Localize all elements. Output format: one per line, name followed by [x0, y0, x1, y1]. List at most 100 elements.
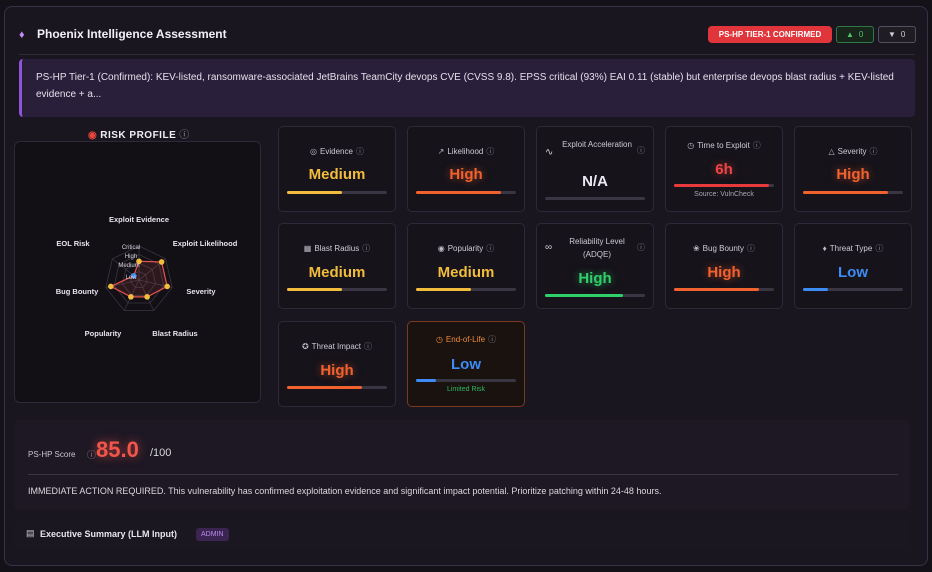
info-icon[interactable]: ⓘ	[486, 244, 494, 253]
info-icon[interactable]: ⓘ	[870, 147, 878, 156]
likelihood-value: High	[449, 166, 483, 183]
card-blast-radius[interactable]: ▦ Blast Radius ⓘ Medium	[278, 223, 396, 309]
github-icon: ◉	[437, 244, 445, 253]
exploit-acceleration-value: N/A	[582, 173, 608, 190]
bug-bounty-value: High	[707, 264, 741, 281]
card-bug-bounty[interactable]: ❀ Bug Bounty ⓘ High	[665, 223, 783, 309]
info-icon[interactable]: ⓘ	[364, 342, 372, 351]
assessment-summary: PS-HP Tier-1 (Confirmed): KEV-listed, ra…	[19, 59, 915, 117]
card-time-to-exploit[interactable]: ◷ Time to Exploit ⓘ 6h Source: VulnCheck	[665, 126, 783, 212]
info-icon[interactable]: ⓘ	[753, 141, 761, 150]
zap-icon: ✪	[301, 342, 309, 351]
blast-radius-bar	[287, 288, 387, 291]
threat-impact-bar	[287, 386, 387, 389]
action-text: IMMEDIATE ACTION REQUIRED. This vulnerab…	[28, 486, 662, 496]
severity-bar	[803, 191, 903, 194]
threat-type-value: Low	[838, 264, 868, 281]
executive-summary-title: Executive Summary (LLM Input)	[40, 529, 178, 539]
likelihood-bar	[416, 191, 516, 194]
score-section: PS-HP Score ⓘ 85.0 /100 IMMEDIATE ACTION…	[14, 420, 910, 510]
downvote-button[interactable]: ▼ 0	[878, 26, 916, 43]
flame-icon: ♦	[822, 244, 827, 253]
reliability-value: High	[578, 270, 612, 287]
executive-summary-toggle[interactable]: ▤ Executive Summary (LLM Input) ADMIN	[14, 519, 910, 549]
radar-level-label: Critical	[122, 245, 140, 251]
time-to-exploit-source: Source: VulnCheck	[694, 191, 754, 198]
blast-radius-value: Medium	[308, 264, 366, 281]
risk-profile-title: ◉ RISK PROFILE ⓘ	[88, 130, 190, 141]
end-of-life-note: Limited Risk	[446, 386, 486, 393]
radar-axis-label: Exploit Likelihood	[173, 239, 238, 248]
bar-fill	[803, 288, 828, 291]
fire-icon: ◉	[88, 130, 98, 141]
trending-up-icon: ↗	[437, 147, 445, 156]
reliability-bar	[545, 294, 645, 297]
radar-point	[128, 294, 134, 300]
info-icon[interactable]: ⓘ	[486, 147, 494, 156]
bar-fill	[416, 191, 501, 194]
card-evidence[interactable]: ◎ Evidence ⓘ Medium	[278, 126, 396, 212]
thumbs-down-icon: ▼	[888, 30, 896, 39]
end-of-life-value: Low	[451, 356, 481, 373]
end-of-life-bar	[416, 379, 516, 382]
flame-icon: ♦	[19, 29, 25, 41]
link-icon: ∞	[545, 242, 553, 253]
radar-point	[108, 283, 114, 290]
bar-fill	[287, 386, 362, 389]
card-threat-impact[interactable]: ✪ Threat Impact ⓘ High	[278, 321, 396, 407]
radar-axis-label: Bug Bounty	[56, 287, 99, 296]
info-icon[interactable]: ⓘ	[875, 244, 883, 253]
upvote-button[interactable]: ▲ 0	[836, 26, 874, 43]
summary-text: PS-HP Tier-1 (Confirmed): KEV-listed, ra…	[36, 72, 894, 100]
radar-axis-label: Popularity	[85, 329, 123, 338]
radar-axis-label: Exploit Evidence	[109, 215, 169, 224]
card-likelihood[interactable]: ↗ Likelihood ⓘ High	[407, 126, 525, 212]
info-icon[interactable]: ⓘ	[362, 244, 370, 253]
info-icon[interactable]: ⓘ	[179, 130, 190, 141]
bug-bounty-bar	[674, 288, 774, 291]
bar-fill	[674, 288, 759, 291]
popularity-bar	[416, 288, 516, 291]
card-severity[interactable]: △ Severity ⓘ High	[794, 126, 912, 212]
bug-icon: ❀	[692, 244, 700, 253]
info-icon[interactable]: ⓘ	[488, 335, 496, 344]
activity-icon: ∿	[545, 147, 554, 158]
card-threat-type[interactable]: ♦ Threat Type ⓘ Low	[794, 223, 912, 309]
upvote-count: 0	[858, 30, 864, 39]
threat-type-bar	[803, 288, 903, 291]
thumbs-up-icon: ▲	[846, 30, 854, 39]
info-icon[interactable]: ⓘ	[356, 147, 364, 156]
bar-fill	[287, 191, 342, 194]
panel-header: ♦ Phoenix Intelligence Assessment PS-HP …	[19, 17, 916, 55]
radar-svg: Exploit Evidence Exploit Likelihood Severi…	[56, 215, 238, 338]
clock-icon: ◷	[435, 335, 443, 344]
card-exploit-acceleration[interactable]: ∿ Exploit Acceleration ⓘ N/A	[536, 126, 654, 212]
evidence-bar	[287, 191, 387, 194]
info-icon[interactable]: ⓘ	[637, 145, 645, 156]
radar-point	[164, 283, 170, 290]
score-max: /100	[150, 447, 172, 459]
card-popularity[interactable]: ◉ Popularity ⓘ Medium	[407, 223, 525, 309]
bar-fill	[416, 288, 471, 291]
bar-fill	[287, 288, 342, 291]
radar-axis-label: Severity	[186, 287, 216, 296]
time-to-exploit-value: 6h	[715, 161, 733, 178]
info-icon[interactable]: ⓘ	[747, 244, 755, 253]
radar-level-label: Medium	[118, 263, 139, 269]
card-reliability-level[interactable]: ∞ Reliability Level (ADQE) ⓘ High	[536, 223, 654, 309]
clock-icon: ◷	[687, 141, 695, 150]
bar-fill	[416, 379, 436, 382]
evidence-value: Medium	[308, 166, 366, 183]
bar-fill	[545, 294, 623, 297]
admin-badge: ADMIN	[196, 528, 229, 541]
threat-impact-value: High	[320, 362, 354, 379]
popularity-value: Medium	[437, 264, 495, 281]
score-value: 85.0	[96, 437, 139, 462]
bar-fill	[803, 191, 888, 194]
risk-radar-chart: Exploit Evidence Exploit Likelihood Severi…	[14, 141, 261, 403]
warning-icon: △	[828, 147, 835, 156]
info-icon[interactable]: ⓘ	[87, 448, 96, 461]
radar-point	[158, 259, 165, 265]
info-icon[interactable]: ⓘ	[637, 242, 645, 253]
card-end-of-life[interactable]: ◷ End-of-Life ⓘ Low Limited Risk	[407, 321, 525, 407]
